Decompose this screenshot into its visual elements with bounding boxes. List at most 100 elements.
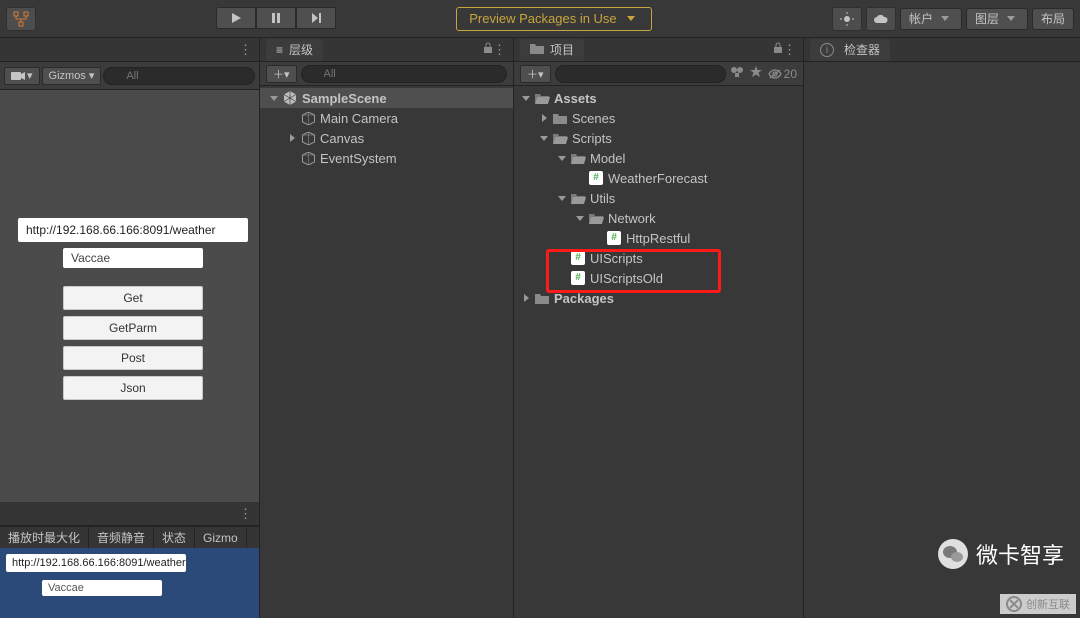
add-button[interactable]: ＋▾ xyxy=(520,65,551,83)
annotation-highlight xyxy=(546,249,721,293)
hierarchy-tree[interactable]: SampleScene Main Camera Canvas EventSystem xyxy=(260,86,513,170)
tree-row[interactable]: Canvas xyxy=(260,128,513,148)
hierarchy-search-input[interactable] xyxy=(301,65,507,83)
kebab-icon[interactable]: ⋮ xyxy=(239,506,253,522)
folder-open-icon xyxy=(570,190,586,206)
play-button[interactable] xyxy=(216,7,256,29)
cloud-icon[interactable] xyxy=(866,7,896,31)
folder-icon xyxy=(552,110,568,126)
tree-row[interactable]: Assets xyxy=(514,88,803,108)
hierarchy-tab[interactable]: ≡层级 xyxy=(266,39,323,61)
tree-row[interactable]: EventSystem xyxy=(260,148,513,168)
tree-label: Network xyxy=(608,211,656,226)
tree-label: Scenes xyxy=(572,111,615,126)
tree-label: Main Camera xyxy=(320,111,398,126)
folder-open-icon xyxy=(588,210,604,226)
tree-label: Assets xyxy=(554,91,597,106)
chevron-down-icon[interactable] xyxy=(538,132,550,144)
folder-open-icon xyxy=(534,90,550,106)
project-search-input[interactable] xyxy=(555,65,726,83)
kebab-icon[interactable]: ⋮ xyxy=(239,42,253,58)
scene-search-input[interactable] xyxy=(103,67,255,85)
scene-viewport[interactable]: http://192.168.66.166:8091/weather Vacca… xyxy=(0,90,259,502)
tree-row[interactable]: Utils xyxy=(514,188,803,208)
layers-dropdown[interactable]: 图层 xyxy=(966,8,1028,30)
inspector-panel: i 检查器 xyxy=(804,38,1080,618)
tree-row[interactable]: Scenes xyxy=(514,108,803,128)
tree-row[interactable]: Network xyxy=(514,208,803,228)
preview-packages-label: Preview Packages in Use xyxy=(469,11,616,26)
game-tab-stats[interactable]: 状态 xyxy=(154,527,195,548)
tree-row[interactable]: Main Camera xyxy=(260,108,513,128)
corner-watermark: 创新互联 xyxy=(1000,594,1076,614)
game-name-input[interactable]: Vaccae xyxy=(42,580,162,596)
chevron-right-icon[interactable] xyxy=(286,132,298,144)
pause-button[interactable] xyxy=(256,7,296,29)
chevron-down-icon[interactable] xyxy=(520,92,532,104)
wechat-icon xyxy=(938,539,968,569)
csharp-icon: # xyxy=(606,230,622,246)
project-tab[interactable]: 项目 xyxy=(520,39,584,61)
tree-row[interactable]: Scripts xyxy=(514,128,803,148)
game-tab-mute[interactable]: 音频静音 xyxy=(89,527,154,548)
tree-row[interactable]: #WeatherForecast xyxy=(514,168,803,188)
get-button[interactable]: Get xyxy=(63,286,203,310)
tree-label: EventSystem xyxy=(320,151,397,166)
project-panel: 项目 ⋮ ＋▾ 20 Assets Scenes Scripts Model #Weat… xyxy=(514,38,804,618)
folder-icon xyxy=(530,43,544,57)
kebab-icon[interactable]: ⋮ xyxy=(493,42,507,58)
chevron-down-icon[interactable] xyxy=(268,92,280,104)
tool-btn[interactable] xyxy=(6,7,36,31)
favorite-icon[interactable] xyxy=(750,66,762,81)
gameobject-icon xyxy=(300,110,316,126)
scene-column: ⋮ ▾ Gizmos▾ http://192.168.66.166:8091/w… xyxy=(0,38,260,618)
gizmos-dropdown[interactable]: Gizmos▾ xyxy=(42,67,102,85)
tree-label: Model xyxy=(590,151,625,166)
step-button[interactable] xyxy=(296,7,336,29)
chevron-down-icon xyxy=(625,13,637,25)
info-icon: i xyxy=(820,43,834,57)
kebab-icon[interactable]: ⋮ xyxy=(783,42,797,58)
scene-toolbar: ▾ Gizmos▾ xyxy=(0,62,259,90)
game-viewport[interactable]: http://192.168.66.166:8091/weather Vacca… xyxy=(0,548,259,618)
hidden-icon[interactable]: 20 xyxy=(768,67,797,81)
inspector-tab[interactable]: i 检查器 xyxy=(810,39,890,61)
tree-label: Canvas xyxy=(320,131,364,146)
top-toolbar: Preview Packages in Use 帐户 图层 布局 xyxy=(0,0,1080,38)
add-button[interactable]: ＋▾ xyxy=(266,65,297,83)
tree-label: SampleScene xyxy=(302,91,387,106)
chevron-right-icon[interactable] xyxy=(520,292,532,304)
lock-icon[interactable] xyxy=(773,42,783,57)
post-button[interactable]: Post xyxy=(63,346,203,370)
url-input[interactable]: http://192.168.66.166:8091/weather xyxy=(18,218,248,242)
game-url-input[interactable]: http://192.168.66.166:8091/weather xyxy=(6,554,186,572)
tree-row[interactable]: #HttpRestful xyxy=(514,228,803,248)
json-button[interactable]: Json xyxy=(63,376,203,400)
folder-open-icon xyxy=(552,130,568,146)
wechat-watermark: 微卡智享 xyxy=(938,538,1064,570)
chevron-down-icon[interactable] xyxy=(556,192,568,204)
chevron-right-icon[interactable] xyxy=(538,112,550,124)
layout-dropdown[interactable]: 布局 xyxy=(1032,8,1074,30)
getparm-button[interactable]: GetParm xyxy=(63,316,203,340)
camera-icon[interactable]: ▾ xyxy=(4,67,40,85)
filter-icon[interactable] xyxy=(730,66,744,81)
sun-icon[interactable] xyxy=(832,7,862,31)
account-dropdown[interactable]: 帐户 xyxy=(900,8,962,30)
lock-icon[interactable] xyxy=(483,42,493,57)
game-tab-maximize[interactable]: 播放时最大化 xyxy=(0,527,89,548)
chevron-down-icon[interactable] xyxy=(556,152,568,164)
tree-row[interactable]: SampleScene xyxy=(260,88,513,108)
gameobject-icon xyxy=(300,130,316,146)
tree-row[interactable]: Model xyxy=(514,148,803,168)
tree-label: Utils xyxy=(590,191,615,206)
unity-icon xyxy=(282,90,298,106)
tree-label: Scripts xyxy=(572,131,612,146)
chevron-down-icon[interactable] xyxy=(574,212,586,224)
hierarchy-panel: ≡层级 ⋮ ＋▾ SampleScene Main Camera Canvas Eve… xyxy=(260,38,514,618)
game-tabbar: 播放时最大化 音频静音 状态 Gizmo xyxy=(0,526,259,548)
preview-packages-pill[interactable]: Preview Packages in Use xyxy=(456,7,651,31)
name-input[interactable]: Vaccae xyxy=(63,248,203,268)
gameobject-icon xyxy=(300,150,316,166)
game-tab-gizmo[interactable]: Gizmo xyxy=(195,529,247,547)
